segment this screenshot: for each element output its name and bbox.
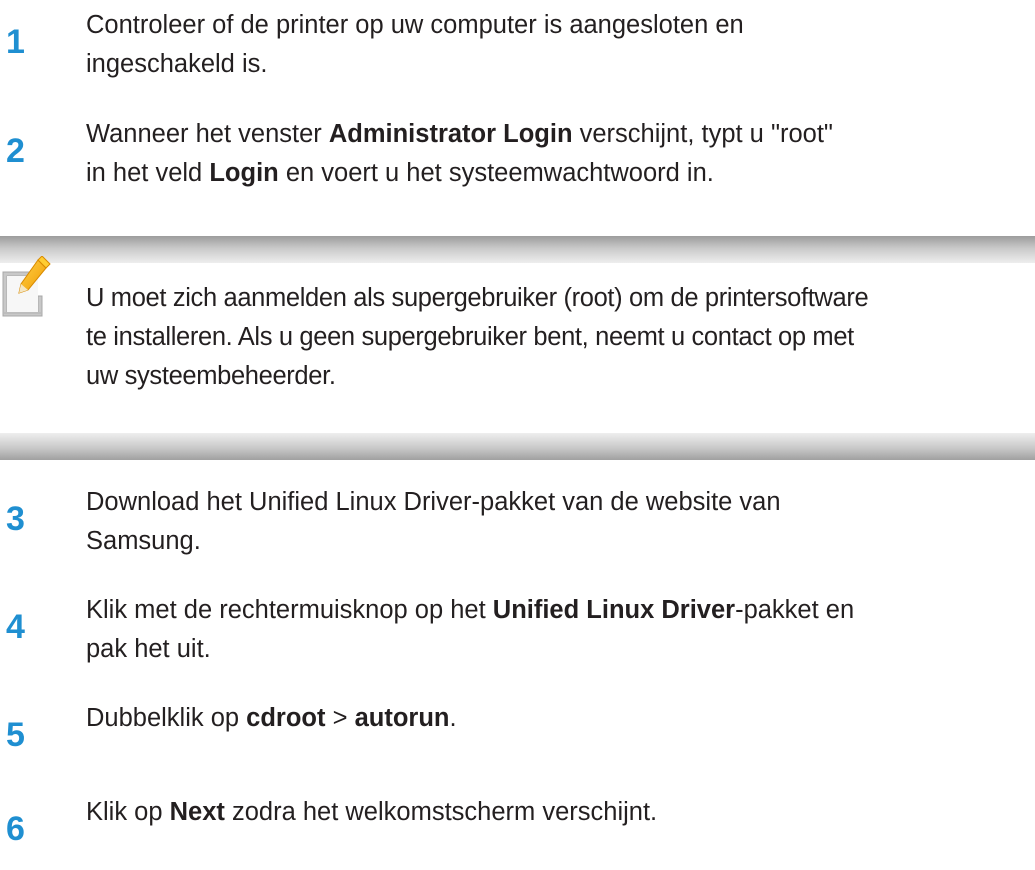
step-number: 3 bbox=[6, 500, 25, 538]
step-line: Dubbelklik op cdroot > autorun. bbox=[86, 704, 457, 732]
note-line: U moet zich aanmelden als supergebruiker… bbox=[86, 284, 869, 312]
note-box: U moet zich aanmelden als supergebruiker… bbox=[0, 236, 1035, 460]
note-top-divider bbox=[0, 236, 1035, 263]
step-number: 5 bbox=[6, 716, 25, 754]
step-line: Wanneer het venster Administrator Login … bbox=[86, 120, 833, 148]
bold-term: autorun bbox=[354, 704, 450, 732]
step-number: 2 bbox=[6, 132, 25, 170]
bold-term: Next bbox=[169, 798, 225, 826]
step-number: 4 bbox=[6, 608, 25, 646]
step-line: Klik op Next zodra het welkomstscherm ve… bbox=[86, 798, 658, 826]
step-number: 1 bbox=[6, 23, 25, 61]
bold-term: cdroot bbox=[246, 704, 326, 732]
note-bottom-divider bbox=[0, 433, 1035, 460]
step-line: Download het Unified Linux Driver-pakket… bbox=[86, 488, 781, 516]
bold-term: Administrator Login bbox=[328, 120, 573, 148]
step-text: Dubbelklik op cdroot > autorun. bbox=[86, 699, 1031, 738]
step-text: Klik met de rechtermuisknop op het Unifi… bbox=[86, 591, 1031, 669]
step-text: Klik op Next zodra het welkomstscherm ve… bbox=[86, 793, 1031, 832]
step-number: 6 bbox=[6, 810, 25, 848]
bold-term: Unified Linux Driver bbox=[492, 596, 736, 624]
step-text: Wanneer het venster Administrator Login … bbox=[86, 115, 1031, 193]
note-line: uw systeembeheerder. bbox=[86, 362, 336, 390]
step-text: Download het Unified Linux Driver-pakket… bbox=[86, 483, 1031, 561]
step-line: Controleer of de printer op uw computer … bbox=[86, 11, 744, 39]
step-line: ingeschakeld is. bbox=[86, 50, 268, 78]
note-pencil-icon bbox=[0, 255, 60, 320]
bold-term: Login bbox=[209, 159, 279, 187]
step-line: in het veld Login en voert u het systeem… bbox=[86, 159, 714, 187]
note-text: U moet zich aanmelden als supergebruiker… bbox=[86, 279, 1031, 396]
step-text: Controleer of de printer op uw computer … bbox=[86, 6, 1031, 84]
step-line: pak het uit. bbox=[86, 635, 211, 663]
step-line: Samsung. bbox=[86, 527, 201, 555]
note-line: te installeren. Als u geen supergebruike… bbox=[86, 323, 854, 351]
step-line: Klik met de rechtermuisknop op het Unifi… bbox=[86, 596, 855, 624]
